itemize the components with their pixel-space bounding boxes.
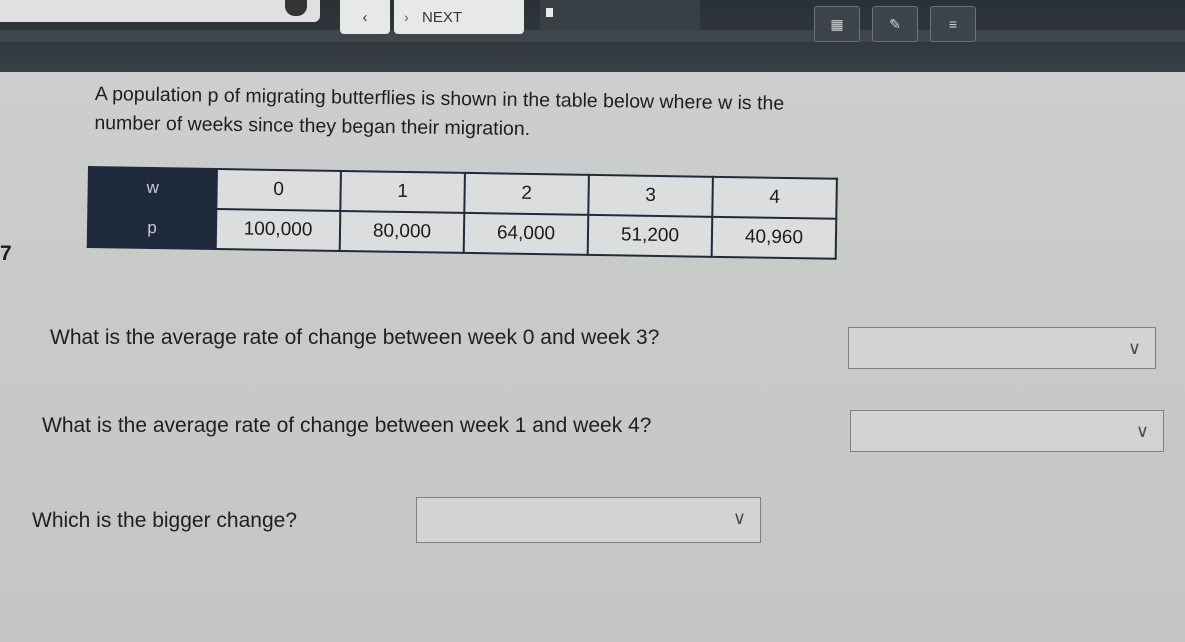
answer-1-dropdown[interactable]: ∨ xyxy=(848,327,1156,369)
problem-number: 7 xyxy=(0,242,12,265)
table-row-label: p xyxy=(87,207,217,250)
table-cell: 0 xyxy=(216,169,341,211)
table-row-label: w xyxy=(88,167,217,210)
bookmark-icon[interactable] xyxy=(546,8,553,17)
question-2-text: What is the average rate of change betwe… xyxy=(42,414,652,437)
table-cell: 4 xyxy=(712,176,837,219)
toolbar-divider xyxy=(0,30,1185,42)
top-toolbar: ‹ › NEXT ▦ ✎ ≡ xyxy=(0,0,1185,72)
data-table: w 0 1 2 3 4 p 100,000 80,000 64,000 51,2… xyxy=(86,166,838,260)
chevron-down-icon: ∨ xyxy=(1127,338,1141,358)
next-button[interactable]: › NEXT xyxy=(394,0,524,34)
problem-prompt: A population p of migrating butterflies … xyxy=(94,82,785,141)
question-3-text: Which is the bigger change? xyxy=(32,509,297,532)
question-1-text: What is the average rate of change betwe… xyxy=(50,326,660,349)
table-cell: 100,000 xyxy=(215,209,341,251)
chevron-down-icon: ∨ xyxy=(732,508,746,528)
table-cell: 64,000 xyxy=(463,212,589,255)
calculator-icon[interactable]: ▦ xyxy=(814,6,860,42)
menu-icon[interactable]: ≡ xyxy=(930,6,976,42)
table-cell: 80,000 xyxy=(339,210,465,253)
table-cell: 2 xyxy=(464,172,589,215)
pencil-icon[interactable]: ✎ xyxy=(872,6,918,42)
table-cell: 3 xyxy=(588,174,713,217)
answer-2-dropdown[interactable]: ∨ xyxy=(850,410,1164,452)
previous-button[interactable]: ‹ xyxy=(340,0,390,34)
next-button-label: NEXT xyxy=(422,8,463,26)
chevron-down-icon: ∨ xyxy=(1135,421,1149,441)
table-cell: 1 xyxy=(340,170,465,213)
answer-3-dropdown[interactable]: ∨ xyxy=(416,497,761,543)
table-cell: 51,200 xyxy=(587,214,713,257)
chevron-right-icon: › xyxy=(404,9,409,25)
table-cell: 40,960 xyxy=(711,216,837,259)
toolbar-left-panel xyxy=(0,0,320,22)
chevron-left-icon: ‹ xyxy=(362,8,368,26)
toolbar-tools xyxy=(540,0,700,30)
